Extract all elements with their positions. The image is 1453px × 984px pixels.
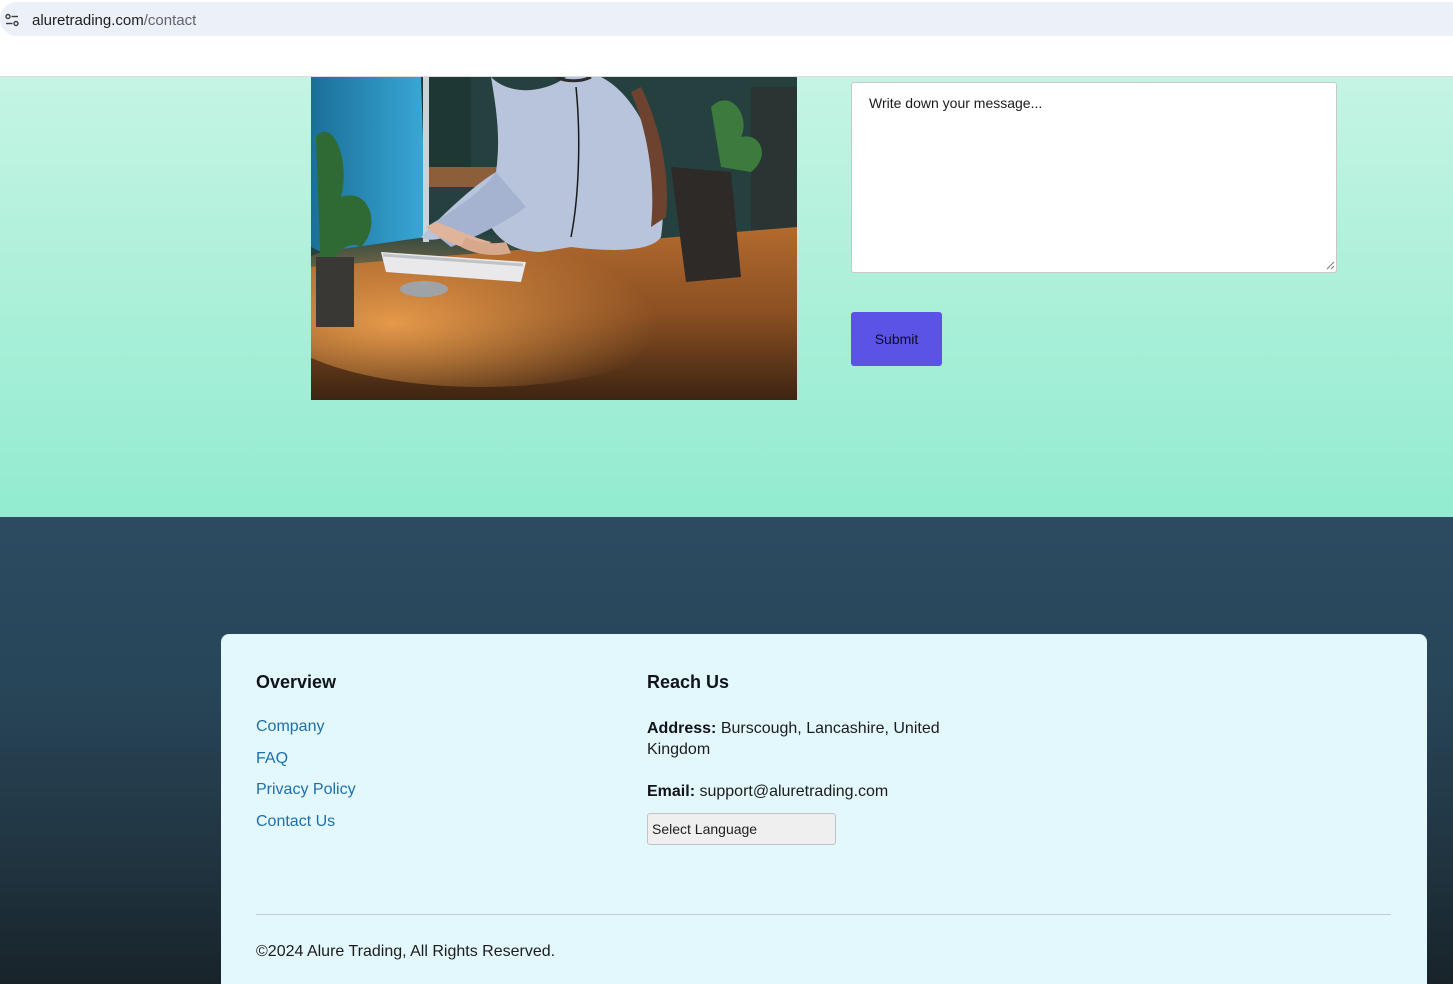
footer-link-faq[interactable]: FAQ: [256, 750, 288, 768]
contact-section: Submit: [0, 77, 1453, 517]
url-text[interactable]: aluretrading.com/contact: [32, 12, 196, 29]
address-label: Address:: [647, 720, 717, 737]
url-domain: aluretrading.com: [32, 12, 144, 29]
address-text: Address: Burscough, Lancashire, United K…: [647, 718, 967, 760]
footer-link-privacy-policy[interactable]: Privacy Policy: [256, 781, 356, 799]
reach-us-heading: Reach Us: [647, 672, 730, 692]
language-select[interactable]: Select Language: [647, 813, 836, 845]
site-header-strip: [0, 36, 1453, 77]
site-footer: Overview Company FAQ Privacy Policy Cont…: [0, 517, 1453, 984]
site-settings-icon[interactable]: [4, 12, 20, 28]
browser-toolbar: aluretrading.com/contact: [0, 0, 1453, 36]
footer-link-company[interactable]: Company: [256, 718, 324, 736]
footer-divider: [256, 914, 1391, 915]
url-path: /contact: [143, 12, 197, 29]
message-textarea[interactable]: [851, 82, 1337, 273]
resize-grip-icon[interactable]: [1326, 261, 1335, 270]
email-value: support@aluretrading.com: [699, 783, 889, 800]
copyright-text: ©2024 Alure Trading, All Rights Reserved…: [256, 943, 556, 960]
overview-heading: Overview: [256, 672, 337, 692]
footer-link-contact-us[interactable]: Contact Us: [256, 813, 335, 831]
address-bar[interactable]: aluretrading.com/contact: [0, 2, 1453, 36]
email-label: Email:: [647, 783, 696, 800]
footer-card: Overview Company FAQ Privacy Policy Cont…: [221, 634, 1427, 984]
email-text: Email: support@aluretrading.com: [647, 781, 888, 802]
support-agent-photo: [311, 77, 797, 400]
submit-button[interactable]: Submit: [851, 312, 942, 366]
